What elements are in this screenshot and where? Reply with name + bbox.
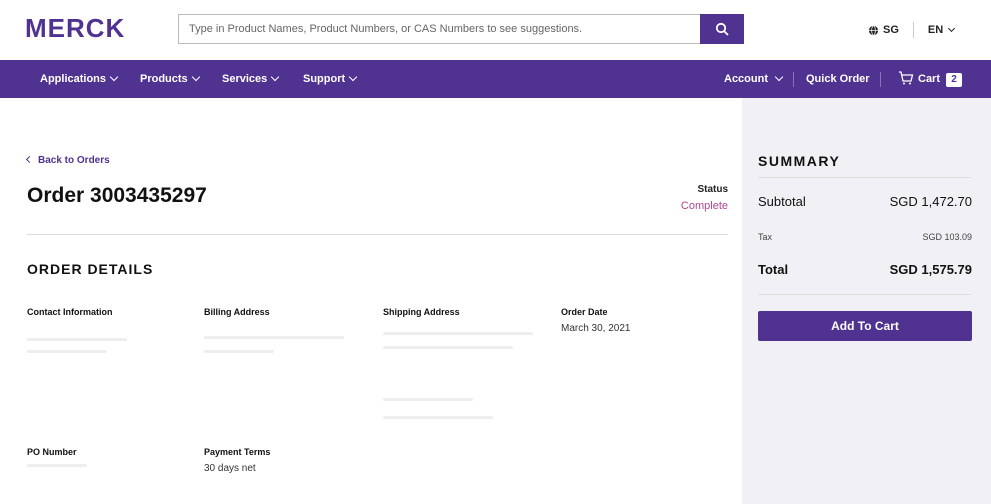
nav-applications[interactable]: Applications bbox=[40, 60, 119, 98]
billing-address-label: Billing Address bbox=[204, 307, 270, 317]
chevron-left-icon bbox=[25, 155, 34, 164]
tax-label: Tax bbox=[758, 232, 773, 242]
cart-label: Cart bbox=[918, 73, 941, 85]
status-label: Status bbox=[697, 184, 728, 195]
redacted-text bbox=[27, 464, 87, 467]
back-to-orders-link[interactable]: Back to Orders bbox=[25, 155, 110, 166]
nav-label: Products bbox=[140, 73, 188, 85]
redacted-text bbox=[383, 346, 513, 349]
total-label: Total bbox=[758, 262, 789, 277]
tax-row: Tax SGD 103.09 bbox=[758, 232, 972, 242]
logo-text: MERCK bbox=[25, 14, 125, 42]
nav-label: Quick Order bbox=[806, 73, 870, 85]
subtotal-value: SGD 1,472.70 bbox=[889, 194, 972, 209]
status-value: Complete bbox=[680, 200, 728, 212]
chevron-down-icon bbox=[948, 24, 956, 32]
chevron-down-icon bbox=[348, 72, 358, 82]
search-icon bbox=[715, 22, 729, 36]
chevron-down-icon bbox=[774, 72, 784, 82]
chevron-down-icon bbox=[109, 72, 119, 82]
redacted-text bbox=[204, 350, 274, 353]
redacted-text bbox=[383, 398, 473, 401]
order-date-label: Order Date bbox=[561, 307, 608, 317]
language-selector[interactable]: EN bbox=[927, 24, 956, 36]
payment-terms-value: 30 days net bbox=[204, 463, 256, 474]
nav-cart[interactable]: Cart 2 bbox=[898, 60, 963, 98]
nav-divider bbox=[793, 72, 794, 87]
back-link-label: Back to Orders bbox=[38, 155, 110, 166]
divider bbox=[758, 177, 971, 178]
region-selector[interactable]: SG bbox=[868, 24, 899, 36]
summary-title: SUMMARY bbox=[758, 153, 841, 169]
locale-selector: SG EN bbox=[868, 22, 956, 38]
nav-services[interactable]: Services bbox=[222, 60, 280, 98]
total-value: SGD 1,575.79 bbox=[889, 262, 972, 277]
locale-divider bbox=[912, 22, 914, 38]
globe-icon bbox=[868, 25, 879, 35]
shipping-address-label: Shipping Address bbox=[383, 307, 460, 317]
order-date-value: March 30, 2021 bbox=[561, 323, 631, 334]
divider bbox=[758, 294, 971, 295]
subtotal-label: Subtotal bbox=[758, 194, 806, 209]
redacted-text bbox=[27, 350, 107, 353]
top-bar: MERCK SG EN bbox=[0, 0, 991, 60]
merck-logo[interactable]: MERCK bbox=[25, 14, 141, 42]
nav-label: Account bbox=[724, 73, 768, 85]
tax-value: SGD 103.09 bbox=[922, 232, 972, 242]
divider bbox=[27, 234, 728, 235]
region-label: SG bbox=[883, 24, 899, 36]
nav-support[interactable]: Support bbox=[303, 60, 358, 98]
section-title: ORDER DETAILS bbox=[27, 261, 154, 277]
order-summary-panel: SUMMARY Subtotal SGD 1,472.70 Tax SGD 10… bbox=[742, 98, 991, 504]
nav-account[interactable]: Account bbox=[724, 60, 784, 98]
cart-count-badge: 2 bbox=[946, 73, 963, 87]
nav-label: Support bbox=[303, 73, 346, 85]
redacted-text bbox=[383, 416, 493, 419]
nav-label: Applications bbox=[40, 73, 107, 85]
chevron-down-icon bbox=[271, 72, 280, 82]
main-nav: Applications Products Services Support A… bbox=[0, 60, 991, 98]
order-details-panel: Back to Orders Order 3003435297 Status C… bbox=[0, 98, 742, 504]
nav-quick-order[interactable]: Quick Order bbox=[806, 60, 870, 98]
search-bar bbox=[178, 14, 744, 44]
cart-icon bbox=[899, 71, 914, 85]
total-row: Total SGD 1,575.79 bbox=[758, 262, 972, 277]
payment-terms-label: Payment Terms bbox=[204, 447, 271, 457]
search-input[interactable] bbox=[178, 14, 709, 44]
nav-divider bbox=[880, 72, 881, 87]
redacted-text bbox=[204, 336, 344, 339]
search-button[interactable] bbox=[700, 14, 744, 44]
subtotal-row: Subtotal SGD 1,472.70 bbox=[758, 194, 972, 209]
redacted-text bbox=[27, 338, 127, 341]
language-label: EN bbox=[927, 24, 944, 36]
redacted-text bbox=[383, 332, 533, 335]
chevron-down-icon bbox=[191, 72, 200, 82]
contact-info-label: Contact Information bbox=[27, 307, 113, 317]
po-number-label: PO Number bbox=[27, 447, 77, 457]
add-to-cart-button[interactable]: Add To Cart bbox=[758, 311, 972, 341]
nav-label: Services bbox=[222, 73, 268, 85]
nav-products[interactable]: Products bbox=[140, 60, 200, 98]
page-title: Order 3003435297 bbox=[27, 184, 207, 207]
